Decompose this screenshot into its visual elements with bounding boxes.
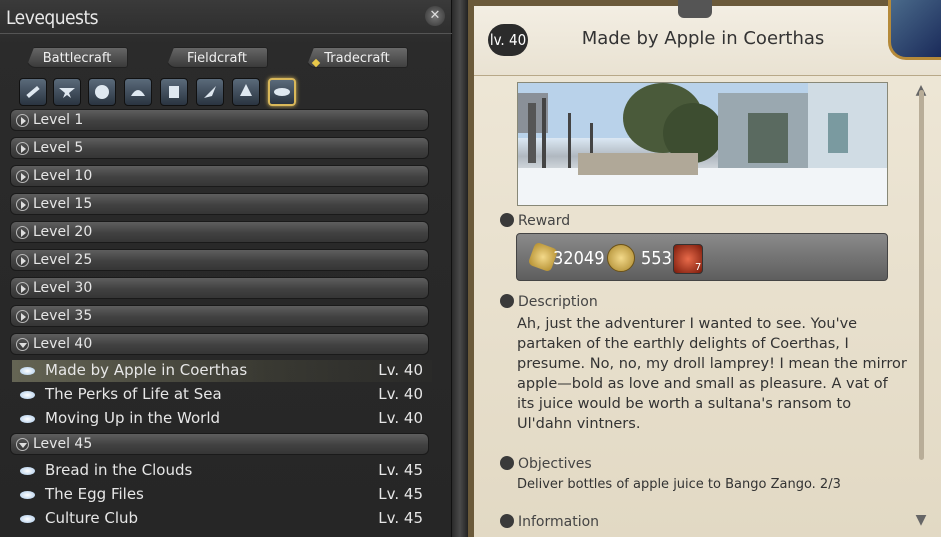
- level-group-20[interactable]: Level 20: [10, 221, 429, 243]
- corner-ornament: [888, 0, 941, 60]
- info-icon: [500, 514, 514, 528]
- exclamation-icon: [500, 456, 514, 470]
- tab-battlecraft[interactable]: Battlecraft: [26, 47, 128, 68]
- quest-item[interactable]: Bread in the Clouds Lv. 45: [12, 460, 432, 482]
- leve-icon: [20, 467, 35, 475]
- crystal-quantity: 7: [695, 262, 702, 273]
- level-group-40[interactable]: Level 40: [10, 333, 429, 355]
- expand-icon: [16, 226, 29, 239]
- leve-icon: [20, 367, 35, 375]
- expand-icon: [16, 198, 29, 211]
- expand-icon: [16, 310, 29, 323]
- level-group-10[interactable]: Level 10: [10, 165, 429, 187]
- close-icon[interactable]: ✕: [425, 6, 445, 26]
- level-group-45[interactable]: Level 45: [10, 433, 429, 455]
- expand-icon: [16, 114, 29, 127]
- level-group-30[interactable]: Level 30: [10, 277, 429, 299]
- panel-title: Levequests: [6, 7, 99, 29]
- level-group-25[interactable]: Level 25: [10, 249, 429, 271]
- leve-icon: [20, 515, 35, 523]
- leatherworker-icon[interactable]: [160, 78, 188, 106]
- clip-icon: [678, 0, 712, 18]
- book-icon: [500, 294, 514, 308]
- blacksmith-icon[interactable]: [53, 78, 81, 106]
- tab-tradecraft[interactable]: Tradecraft: [306, 47, 408, 68]
- collapse-icon: [16, 438, 29, 451]
- expand-icon: [16, 254, 29, 267]
- reward-heading: Reward: [500, 213, 570, 229]
- expand-icon: [16, 142, 29, 155]
- quest-description: Ah, just the adventurer I wanted to see.…: [517, 316, 907, 432]
- gil-coin-icon: [607, 244, 635, 272]
- goldsmith-icon[interactable]: [124, 78, 152, 106]
- level-group-35[interactable]: Level 35: [10, 305, 429, 327]
- gil-reward: 553: [641, 248, 672, 269]
- level-group-1[interactable]: Level 1: [10, 109, 429, 131]
- expand-icon: [16, 170, 29, 183]
- level-group-5[interactable]: Level 5: [10, 137, 429, 159]
- weaver-icon[interactable]: [196, 78, 224, 106]
- reward-box: 32049 553 7: [516, 233, 888, 281]
- title-divider: [0, 33, 452, 34]
- information-heading: Information: [500, 514, 599, 530]
- quest-item[interactable]: Moving Up in the World Lv. 40: [12, 408, 432, 430]
- quest-item[interactable]: The Egg Files Lv. 45: [12, 484, 432, 506]
- armorer-icon[interactable]: [88, 78, 116, 106]
- quest-banner-image: [517, 82, 888, 206]
- quest-item[interactable]: Made by Apple in Coerthas Lv. 40: [12, 360, 432, 382]
- carpenter-icon[interactable]: [19, 78, 47, 106]
- levequests-panel: Levequests ✕ Battlecraft Fieldcraft Trad…: [0, 0, 452, 537]
- scroll-down-icon[interactable]: ▼: [912, 512, 930, 530]
- leve-icon: [20, 491, 35, 499]
- quest-title: Made by Apple in Coerthas: [581, 28, 825, 49]
- objectives-heading: Objectives: [500, 456, 592, 472]
- level-badge: lv. 40: [488, 24, 528, 56]
- description-heading: Description: [500, 294, 598, 310]
- level-group-15[interactable]: Level 15: [10, 193, 429, 215]
- quest-detail-panel: lv. 40 Made by Apple in Coerthas ▲ Rewar…: [468, 0, 941, 537]
- leve-icon: [20, 415, 35, 423]
- reward-icon: [500, 213, 514, 227]
- tab-fieldcraft[interactable]: Fieldcraft: [166, 47, 268, 68]
- scrollbar[interactable]: [919, 90, 924, 460]
- panel-divider: [452, 0, 468, 537]
- objective-text: Deliver bottles of apple juice to Bango …: [517, 477, 841, 492]
- expand-icon: [16, 282, 29, 295]
- culinarian-icon[interactable]: [268, 78, 296, 106]
- quest-item[interactable]: Culture Club Lv. 45: [12, 508, 432, 530]
- collapse-icon: [16, 338, 29, 351]
- quest-item[interactable]: The Perks of Life at Sea Lv. 40: [12, 384, 432, 406]
- leve-icon: [20, 391, 35, 399]
- alchemist-icon[interactable]: [232, 78, 260, 106]
- exp-reward: 32049: [553, 248, 605, 269]
